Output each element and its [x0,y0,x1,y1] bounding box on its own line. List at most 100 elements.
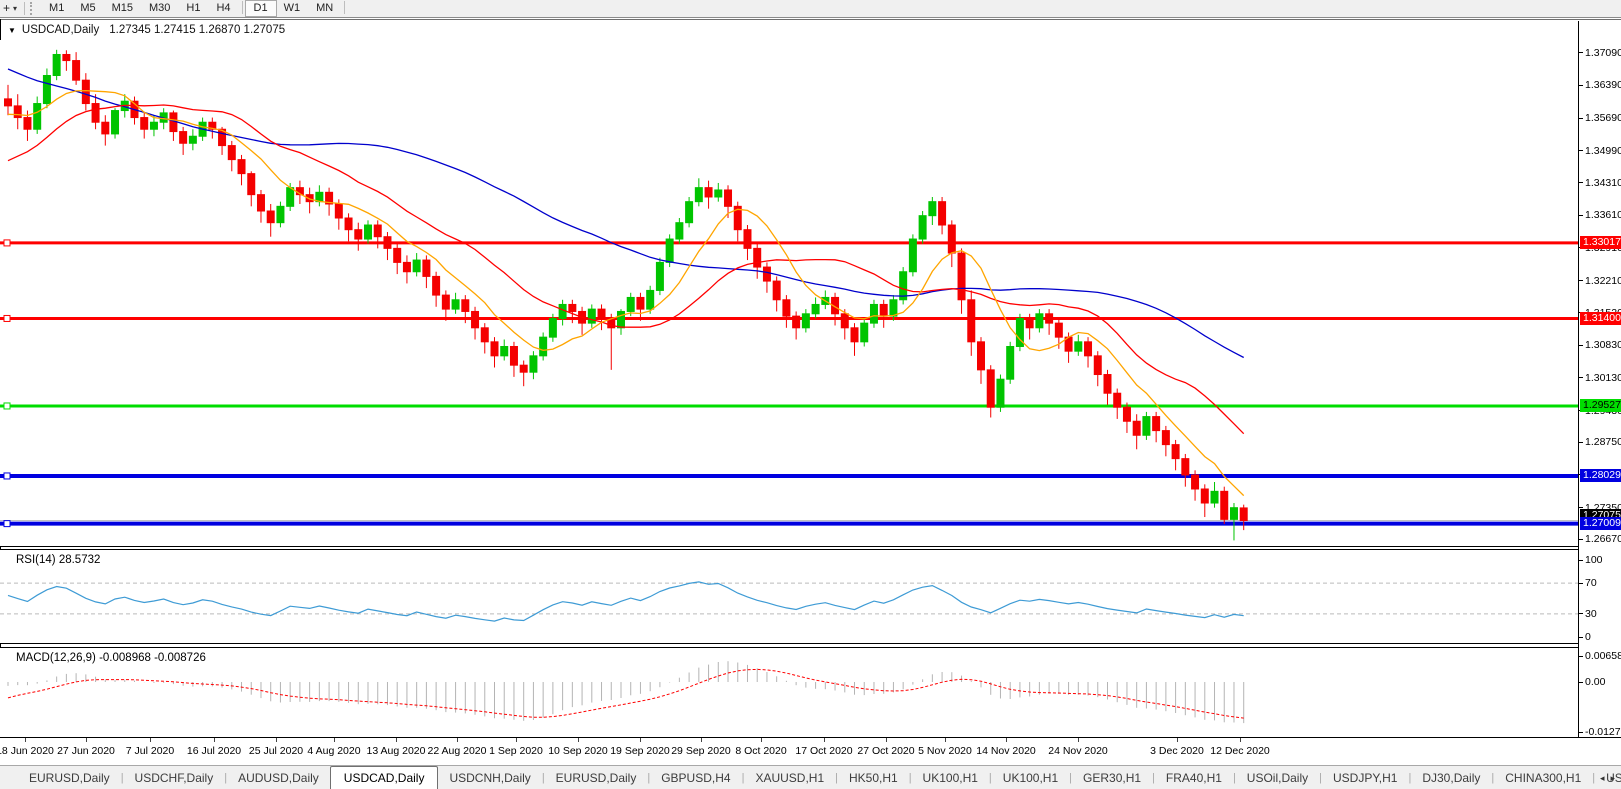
rsi-tick-30: 30 [1579,607,1597,620]
date-label-29-sep-2020: 29 Sep 2020 [671,745,731,757]
tab-hk50-h1[interactable]: HK50,H1 [838,766,909,789]
date-tick [640,738,641,742]
date-label-1-sep-2020: 1 Sep 2020 [489,745,543,757]
date-label-18-jun-2020: 18 Jun 2020 [0,745,54,757]
tab-scroll-left-icon[interactable]: ◂ [1600,773,1605,784]
date-axis[interactable]: 18 Jun 2020 27 Jun 2020 7 Jul 2020 16 Jul 2… [0,738,1578,764]
price-tick-1.37090: 1.37090 [1579,46,1621,59]
date-tick [824,738,825,742]
timeframe-button-w1[interactable]: W1 [276,1,309,16]
macd-tick-0-006582: 0.006582 [1579,650,1621,663]
price-tick-1.34310: 1.34310 [1579,176,1621,189]
tab-dj30-daily[interactable]: DJ30,Daily [1411,766,1491,789]
date-tick [25,738,26,742]
tab-audusd-daily[interactable]: AUDUSD,Daily [227,766,330,789]
date-label-8-oct-2020: 8 Oct 2020 [735,745,787,757]
date-tick [86,738,87,742]
chart-window-top-border [0,19,1621,20]
date-label-27-oct-2020: 27 Oct 2020 [857,745,915,757]
toolbar-separator [24,2,26,15]
chart-ohlc-values: 1.27345 1.27415 1.26870 1.27075 [109,24,286,36]
rsi-tick-70: 70 [1579,577,1597,590]
ma-mid-line [7,104,1245,435]
tab-usdjpy-h1[interactable]: USDJPY,H1 [1322,766,1408,789]
date-tick [457,738,458,742]
date-tick [1240,738,1241,742]
date-tick [578,738,579,742]
tab-scroll-right-icon[interactable]: ▸ [1610,773,1615,784]
date-label-22-aug-2020: 22 Aug 2020 [427,745,487,757]
date-label-12-dec-2020: 12 Dec 2020 [1210,745,1270,757]
timeframe-button-m30[interactable]: M30 [141,1,178,16]
toolbar-separator [241,1,243,14]
date-tick [396,738,397,742]
price-tick-1.35690: 1.35690 [1579,112,1621,125]
tab-gbpusd-h4[interactable]: GBPUSD,H4 [650,766,741,789]
pane-separator[interactable] [0,546,1621,547]
date-label-17-oct-2020: 17 Oct 2020 [795,745,853,757]
date-label-24-nov-2020: 24 Nov 2020 [1048,745,1108,757]
date-tick [701,738,702,742]
line-anchor-square[interactable] [3,472,11,480]
rsi-indicator-pane[interactable] [0,550,1578,643]
date-tick [945,738,946,742]
date-label-25-jul-2020: 25 Jul 2020 [248,745,304,757]
tab-uk100-h1[interactable]: UK100,H1 [992,766,1069,789]
macd-tick-0-00: 0.00 [1579,676,1605,689]
date-tick [1078,738,1079,742]
macd-indicator-label: MACD(12,26,9) -0.008968 -0.008726 [16,652,206,664]
date-label-19-sep-2020: 19 Sep 2020 [610,745,670,757]
tab-ger30-h1[interactable]: GER30,H1 [1072,766,1152,789]
rsi-line [7,581,1244,622]
timeframe-button-mn[interactable]: MN [308,1,341,16]
timeframe-button-m5[interactable]: M5 [72,1,103,16]
tab-eurusd-daily[interactable]: EURUSD,Daily [18,766,121,789]
tab-fra40-h1[interactable]: FRA40,H1 [1155,766,1233,789]
tab-usdcnh-daily[interactable]: USDCNH,Daily [438,766,541,789]
line-anchor-square[interactable] [3,239,11,247]
chart-tab-bar: EURUSD,Daily | USDCHF,Daily | AUDUSD,Daily US… [0,765,1621,789]
toolbar-grip-handle[interactable] [30,2,37,15]
line-anchor-square[interactable] [3,520,11,528]
tab-scroll-buttons: ◂ ▸ [1597,766,1618,789]
ma-fast-line [7,89,1245,497]
price-tick-1.33610: 1.33610 [1579,209,1621,222]
toolbar-separator [344,1,346,14]
macd-histogram [7,661,1245,724]
date-tick [214,738,215,742]
tab-xauusd-h1[interactable]: XAUUSD,H1 [744,766,835,789]
cursor-tool-icon[interactable]: + [0,1,13,16]
price-tick-1.28750: 1.28750 [1579,436,1621,449]
timeframe-button-m15[interactable]: M15 [104,1,141,16]
tab-uk100-h1[interactable]: UK100,H1 [912,766,989,789]
date-tick [334,738,335,742]
tab-eurusd-daily[interactable]: EURUSD,Daily [545,766,648,789]
macd-tick-0-012758: -0.012758 [1579,726,1621,739]
tab-usdcad-daily[interactable]: USDCAD,Daily [329,766,439,789]
tab-china300-h1[interactable]: CHINA300,H1 [1494,766,1592,789]
macd-indicator-pane[interactable] [0,648,1578,737]
date-tick [276,738,277,742]
main-price-chart[interactable] [0,40,1578,546]
timeframe-button-h4[interactable]: H4 [208,1,238,16]
timeframe-button-h1[interactable]: H1 [178,1,208,16]
line-anchor-square[interactable] [3,314,11,322]
rsi-tick-100: 100 [1579,554,1603,567]
timeframe-button-d1[interactable]: D1 [244,0,277,17]
timeframe-buttons-group: M1 M5 M15 M30 H1 H4 D1 W1 MN [41,0,348,17]
date-tick [516,738,517,742]
date-label-3-dec-2020: 3 Dec 2020 [1150,745,1204,757]
tab-usoil-daily[interactable]: USOil,Daily [1236,766,1319,789]
date-tick [761,738,762,742]
pane-separator[interactable] [0,643,1621,644]
tab-usdchf-daily[interactable]: USDCHF,Daily [124,766,225,789]
price-axis[interactable]: 1.37090 1.36390 1.35690 1.34990 1.34310 1.336… [1578,21,1621,739]
line-anchor-square[interactable] [3,402,11,410]
price-tick-1.26670: 1.26670 [1579,533,1621,546]
date-tick [150,738,151,742]
chart-collapse-icon[interactable]: ▼ [8,26,16,35]
cursor-tool-dropdown-icon[interactable]: ▾ [13,4,21,13]
timeframe-button-m1[interactable]: M1 [41,1,72,16]
date-label-16-jul-2020: 16 Jul 2020 [186,745,242,757]
hline-price-label-1.33017: 1.33017 [1580,236,1621,250]
